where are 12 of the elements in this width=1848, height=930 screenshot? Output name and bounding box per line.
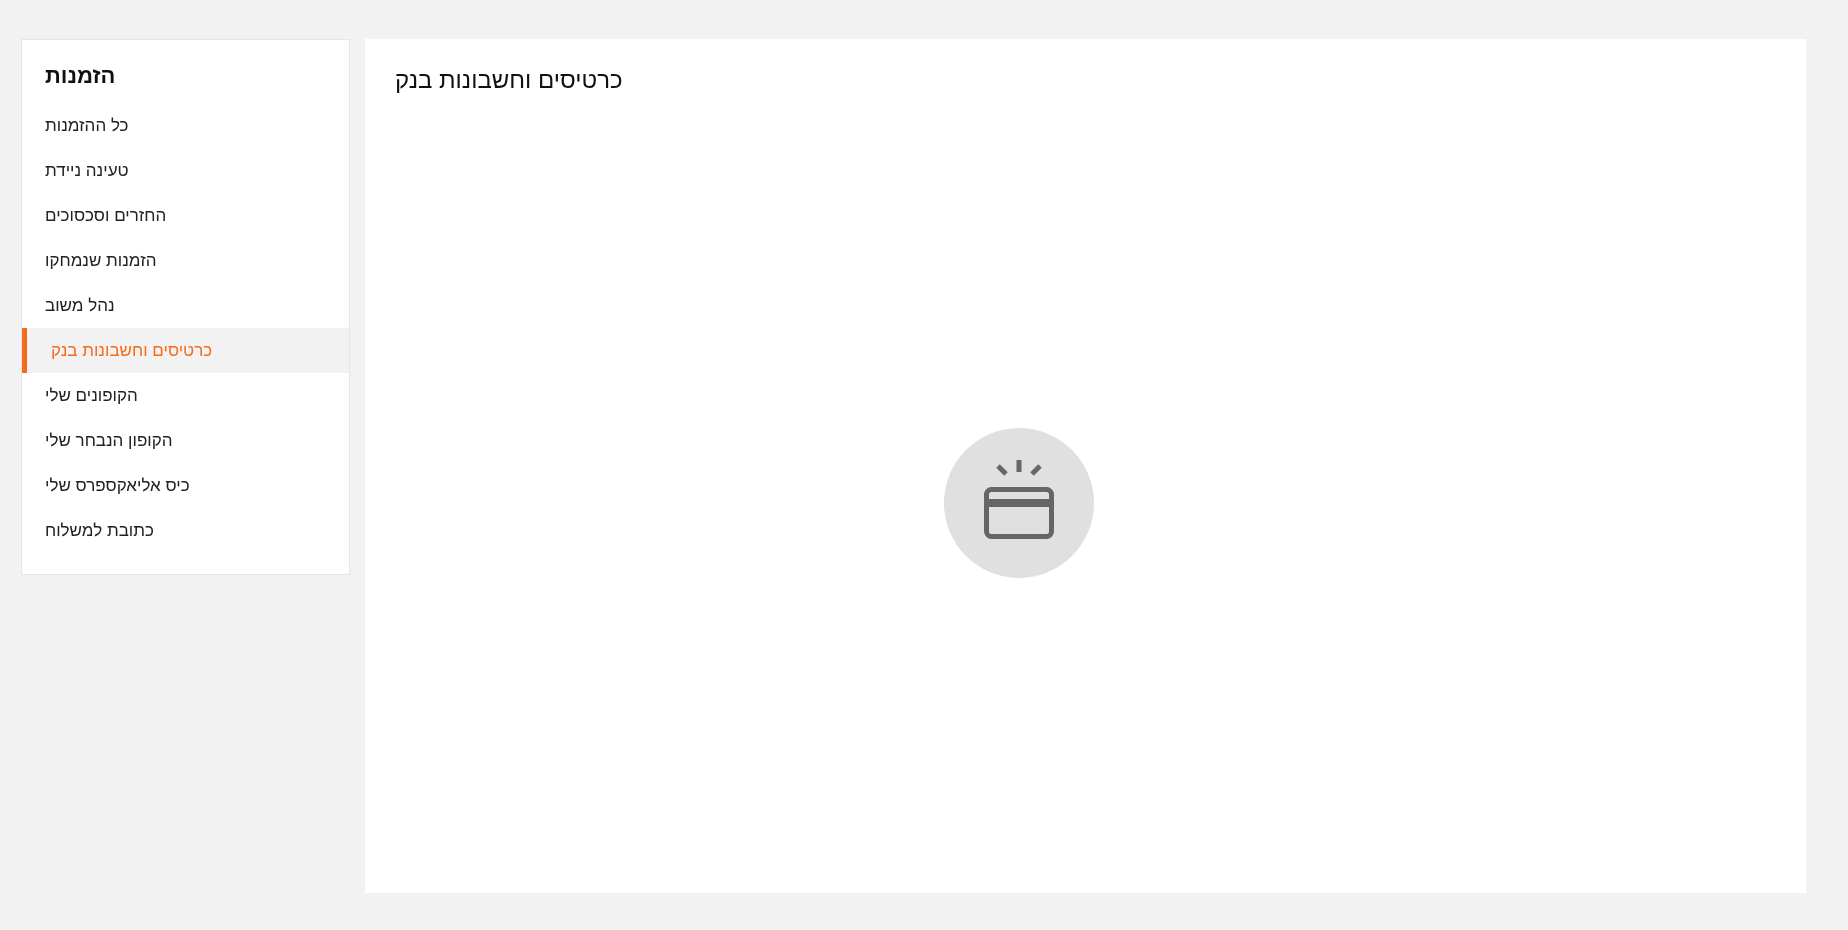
sidebar-item[interactable]: החזרים וסכסוכים: [22, 193, 349, 238]
sidebar-item[interactable]: כיס אליאקספרס שלי: [22, 463, 349, 508]
sidebar-item[interactable]: הקופונים שלי: [22, 373, 349, 418]
sidebar-item[interactable]: טעינה ניידת: [22, 148, 349, 193]
credit-card-icon: [944, 428, 1094, 578]
sidebar-item[interactable]: כתובת למשלוח: [22, 508, 349, 553]
sidebar-item[interactable]: כל ההזמנות: [22, 103, 349, 148]
sidebar-item[interactable]: נהל משוב: [22, 283, 349, 328]
sidebar-item[interactable]: הקופון הנבחר שלי: [22, 418, 349, 463]
sidebar-title: הזמנות: [45, 62, 116, 89]
sidebar-item[interactable]: הזמנות שנמחקו: [22, 238, 349, 283]
page-title: כרטיסים וחשבונות בנק: [395, 65, 623, 94]
